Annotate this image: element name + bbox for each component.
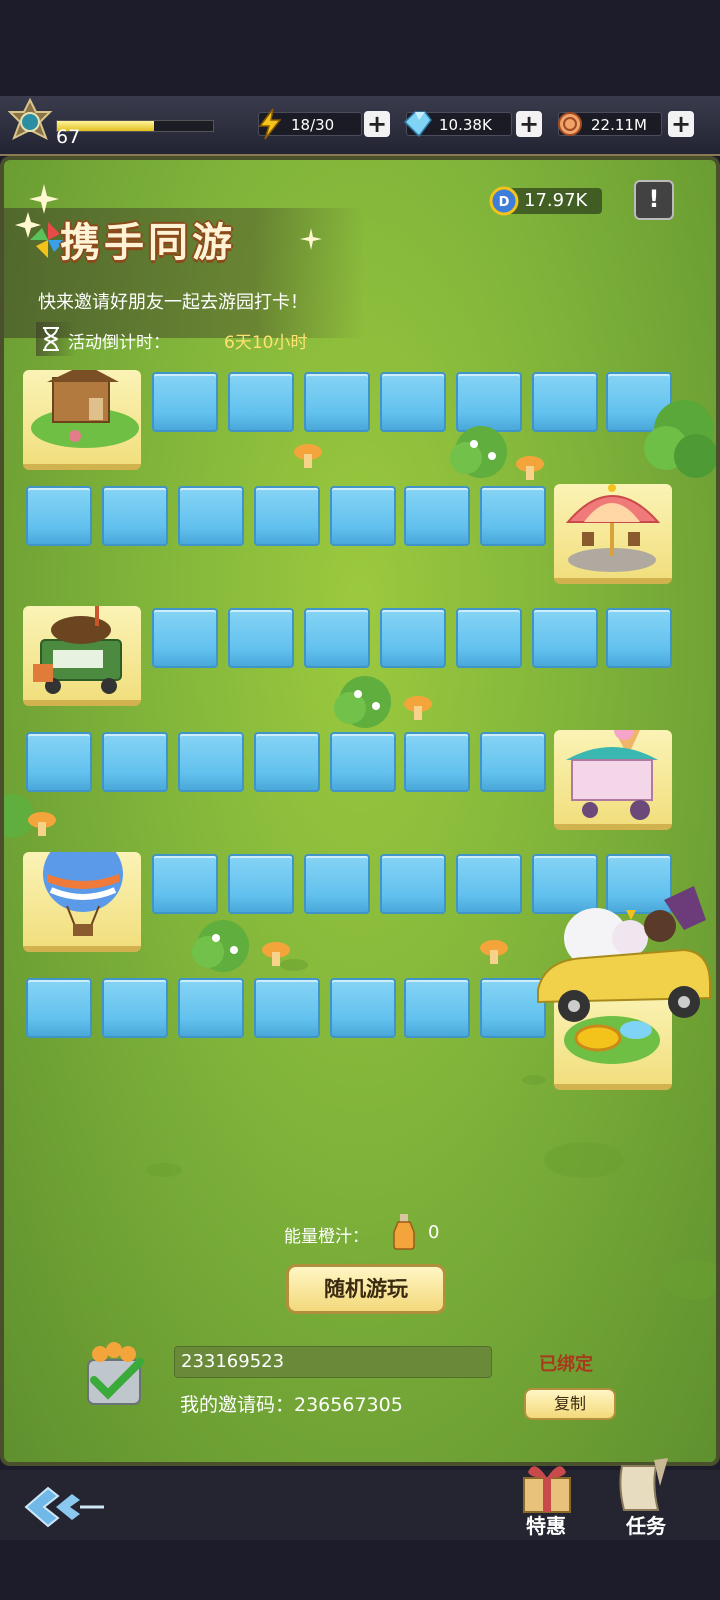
board-node-coffee-truck [23,606,141,706]
event-subtitle: 快来邀请好朋友一起去游园打卡！ [38,292,308,313]
board-tile [152,854,218,914]
exclamation-icon[interactable]: ! [634,180,674,220]
event-panel: 携手同游 快来邀请好朋友一起去游园打卡！ 活动倒计时： 6天10小时 D 17.… [0,156,720,1466]
ice-cream-cart-icon [566,720,658,820]
energy-value: 18/30 [291,116,335,134]
board-tile [152,608,218,668]
mushroom-icon [262,942,290,966]
coin-icon [558,112,582,136]
juice-count: 0 [428,1222,440,1243]
mushroom-icon [28,812,56,836]
ticket-count: 17.97K [524,190,588,211]
board-node-hot-air-balloon [23,836,141,952]
board-tile [380,854,446,914]
diamond-value: 10.38K [439,116,492,134]
back-arrow-icon[interactable] [18,1482,108,1532]
board-tile [178,732,244,792]
board-tile [102,732,168,792]
board-tile [152,372,218,432]
countdown-label: 活动倒计时： [68,333,170,353]
board-tile [304,372,370,432]
hot-air-balloon-icon [43,836,123,936]
board-tile [254,486,320,546]
board-tile [228,372,294,432]
board-tile [254,732,320,792]
board-tile [404,978,470,1038]
board-tile [480,486,546,546]
level-emblem-icon[interactable] [6,98,54,146]
board-tile [228,854,294,914]
bound-status: 已绑定 [539,1354,593,1375]
random-play-button[interactable]: 随机游玩 [286,1264,446,1314]
board-tile [102,486,168,546]
diamond-display: 10.38K [403,111,512,138]
add-diamond-button[interactable]: + [516,111,542,137]
add-energy-button[interactable]: + [364,111,390,137]
mushroom-icon [294,444,322,468]
board-tile [178,978,244,1038]
board-tile [404,486,470,546]
board-tile [26,732,92,792]
diamond-icon [403,111,432,138]
bottom-nav: 特惠 任务 [0,1458,720,1540]
energy-display: 18/30 [258,108,362,140]
board-tile [26,486,92,546]
board-tile [380,608,446,668]
deals-label[interactable]: 特惠 [526,1510,566,1539]
scroll-quill-icon[interactable] [614,1456,672,1516]
orange-juice-bottle-icon [393,1214,415,1250]
board-tile [456,608,522,668]
mushroom-icon [516,456,544,480]
top-status-bar: 67 18/30 + 10.38K + 22.11M + [0,96,720,156]
board-tile [178,486,244,546]
board-tile [404,732,470,792]
board-tile [606,608,672,668]
board-tile [304,854,370,914]
juice-bucket-icon [87,1342,144,1405]
gift-box-icon[interactable] [516,1454,578,1516]
lightning-icon [258,108,282,140]
treehouse-icon [31,364,139,448]
ticket-counter: D 17.97K [489,186,602,216]
bush-icon [450,426,507,478]
player-level: 67 [56,126,81,148]
player-car-avatar[interactable] [534,880,714,1030]
board-tile [26,978,92,1038]
hourglass-icon [43,327,59,351]
coffee-truck-icon [33,606,122,694]
board-node-ice-cream-cart [554,720,672,830]
add-coin-button[interactable]: + [668,111,694,137]
board-node-treehouse [23,364,141,470]
board-tile [228,608,294,668]
board-tile [330,978,396,1038]
sparkle-small-icon [300,228,322,250]
tasks-label[interactable]: 任务 [626,1510,666,1539]
mushroom-icon [480,940,508,964]
board-tile [102,978,168,1038]
copy-button[interactable]: 复制 [524,1388,616,1420]
event-title: 携手同游 [60,220,236,266]
countdown: 活动倒计时： 6天10小时 [36,322,307,356]
board-tile [254,978,320,1038]
countdown-value: 6天10小时 [224,333,308,353]
board-tile [330,732,396,792]
board-tile [304,608,370,668]
board-tile [480,732,546,792]
board-tile [456,854,522,914]
invite-code-input[interactable]: 233169523 [174,1346,492,1378]
board-tile [380,372,446,432]
mushroom-icon [404,696,432,720]
juice-label: 能量橙汁： [284,1227,369,1247]
board-tile [532,608,598,668]
bush-icon [334,676,391,728]
tree-icon [644,400,716,478]
board-tile [532,372,598,432]
my-invite-code: 我的邀请码：236567305 [180,1394,403,1416]
svg-text:D: D [499,195,510,210]
board-tile [330,486,396,546]
coin-value: 22.11M [591,116,647,134]
ticket-coin-icon: D [489,186,519,216]
coin-display: 22.11M [558,112,662,136]
bush-icon [192,920,249,972]
